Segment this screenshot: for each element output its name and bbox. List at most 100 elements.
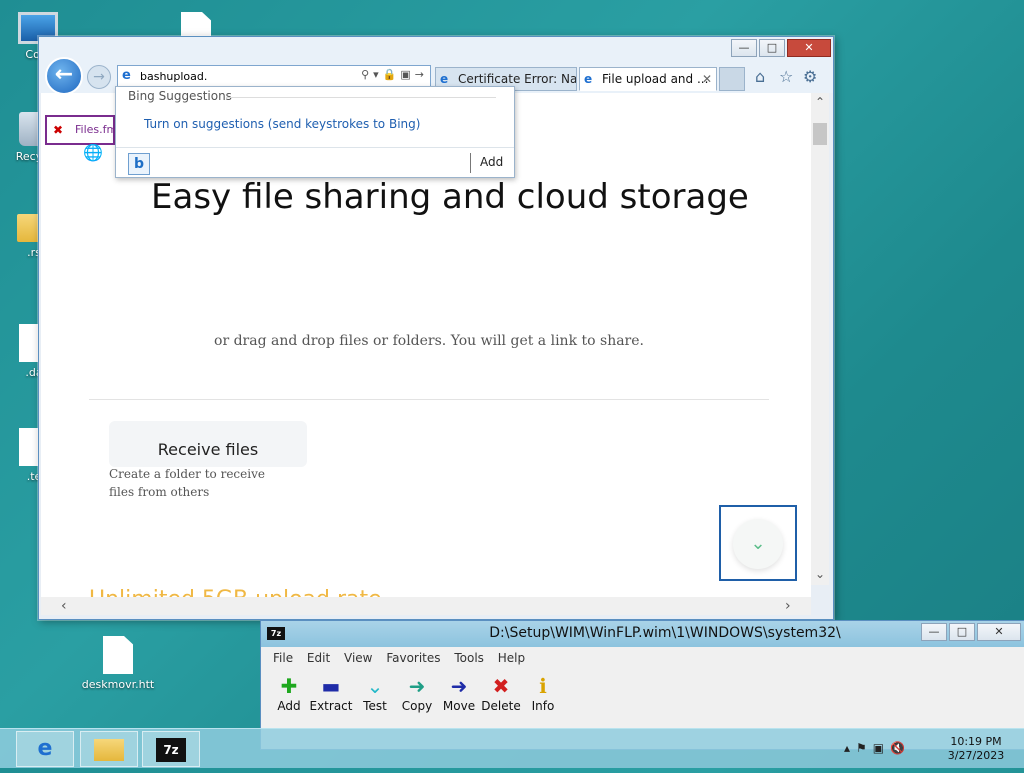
- forward-arrow-icon: →: [93, 69, 105, 85]
- maximize-button[interactable]: □: [949, 623, 975, 641]
- ie-page-icon: e: [122, 68, 131, 83]
- copy-button[interactable]: ➜ Copy: [395, 673, 439, 713]
- tab-close-icon[interactable]: ✕: [702, 68, 712, 90]
- go-arrow-icon[interactable]: →: [415, 68, 428, 81]
- plus-icon: ✚: [280, 674, 298, 698]
- site-tab-files-fm[interactable]: ✖ Files.fm: [45, 115, 118, 145]
- extract-button[interactable]: ▬ Extract: [307, 673, 355, 713]
- minimize-button[interactable]: —: [921, 623, 947, 641]
- suggestions-header: Bing Suggestions: [128, 89, 232, 103]
- delete-button[interactable]: ✖ Delete: [479, 673, 523, 713]
- network-icon[interactable]: ▣: [873, 741, 890, 755]
- broken-image-icon: ✖: [53, 123, 64, 137]
- bing-icon[interactable]: b: [128, 153, 150, 175]
- system-tray: ▴⚑▣🔇: [844, 741, 911, 755]
- turn-on-suggestions-link[interactable]: Turn on suggestions (send keystrokes to …: [144, 117, 420, 131]
- window-title: D:\Setup\WIM\WinFLP.wim\1\WINDOWS\system…: [489, 625, 841, 641]
- vertical-scrollbar[interactable]: ⌃ ⌄: [811, 93, 829, 585]
- receive-files-button[interactable]: Receive files: [109, 421, 307, 467]
- desktop-icon-deskmovr[interactable]: deskmovr.htt: [76, 636, 160, 691]
- tool-label: Info: [531, 699, 555, 713]
- receive-files-description: Create a folder to receive files from ot…: [109, 467, 265, 499]
- taskbar-internet-explorer[interactable]: e: [16, 731, 74, 767]
- taskbar: e 7z ▴⚑▣🔇 10:19 PM 3/27/2023: [0, 728, 1024, 768]
- tool-label: Add: [277, 699, 301, 713]
- compatibility-icon[interactable]: ▣: [400, 68, 414, 81]
- internet-explorer-icon: e: [37, 736, 53, 761]
- tab-file-upload[interactable]: e File upload and ... ✕: [579, 67, 717, 91]
- address-tools: ⚲▾🔒▣→: [361, 68, 428, 81]
- divider: [470, 153, 471, 173]
- menu-tools[interactable]: Tools: [454, 651, 484, 665]
- scroll-down-icon[interactable]: ⌄: [814, 567, 826, 581]
- clock-date: 3/27/2023: [947, 749, 1005, 762]
- page-title: Easy file sharing and cloud storage: [151, 177, 749, 217]
- page-subtitle: or drag and drop files or folders. You w…: [214, 333, 644, 349]
- suggestions-footer: b Add: [116, 147, 514, 178]
- close-button[interactable]: ✕: [977, 623, 1021, 641]
- close-button[interactable]: ✕: [787, 39, 831, 57]
- taskbar-sevenzip[interactable]: 7z: [142, 731, 200, 767]
- back-button[interactable]: ←: [45, 57, 83, 95]
- globe-icon[interactable]: 🌐: [83, 143, 103, 162]
- divider: [89, 399, 769, 400]
- menu-help[interactable]: Help: [498, 651, 525, 665]
- volume-muted-icon[interactable]: 🔇: [890, 741, 911, 755]
- home-icon[interactable]: ⌂: [755, 67, 765, 86]
- dropdown-icon[interactable]: ▾: [373, 68, 383, 81]
- favorites-star-icon[interactable]: ☆: [779, 67, 793, 86]
- address-bar[interactable]: e ⚲▾🔒▣→: [117, 65, 431, 87]
- show-hidden-icons-icon[interactable]: ▴: [844, 741, 856, 755]
- info-button[interactable]: ℹ Info: [521, 673, 565, 713]
- scroll-right-icon[interactable]: ›: [785, 598, 791, 614]
- divider: [226, 97, 496, 98]
- add-search-provider-button[interactable]: Add: [480, 155, 503, 169]
- menu-edit[interactable]: Edit: [307, 651, 330, 665]
- action-center-flag-icon[interactable]: ⚑: [856, 741, 873, 755]
- info-icon: ℹ: [539, 674, 547, 698]
- search-icon[interactable]: ⚲: [361, 68, 373, 81]
- add-button[interactable]: ✚ Add: [267, 673, 311, 713]
- address-suggestions-dropdown: Bing Suggestions Turn on suggestions (se…: [115, 86, 515, 178]
- horizontal-scrollbar[interactable]: ‹ ›: [41, 597, 811, 615]
- chevron-down-icon: ⌄: [750, 533, 766, 554]
- clock-time: 10:19 PM: [950, 735, 1002, 748]
- copy-arrow-icon: ➜: [408, 674, 426, 698]
- desktop-icon-label: deskmovr.htt: [81, 678, 155, 691]
- settings-gear-icon[interactable]: ⚙: [803, 67, 817, 86]
- tab-label: Certificate Error: Na...: [458, 72, 577, 86]
- scroll-down-button[interactable]: ⌄: [733, 519, 783, 569]
- menu-file[interactable]: File: [273, 651, 293, 665]
- tool-label: Copy: [401, 699, 433, 713]
- document-icon: [103, 636, 133, 674]
- maximize-button[interactable]: □: [759, 39, 785, 57]
- test-button[interactable]: ⌄ Test: [353, 673, 397, 713]
- sevenzip-titlebar: 7z D:\Setup\WIM\WinFLP.wim\1\WINDOWS\sys…: [261, 621, 1024, 647]
- new-tab-button[interactable]: [719, 67, 745, 91]
- check-icon: ⌄: [366, 674, 384, 698]
- browser-frame: — □ ✕ ← → e ⚲▾🔒▣→ e Certificate Error: N…: [39, 37, 833, 95]
- delete-x-icon: ✖: [492, 674, 510, 698]
- tool-label: Test: [363, 699, 387, 713]
- folder-icon: [94, 739, 124, 761]
- site-name: Files.fm: [75, 123, 118, 136]
- tool-label: Delete: [481, 699, 521, 713]
- sevenzip-logo-icon: 7z: [156, 738, 186, 762]
- back-arrow-icon: ←: [54, 62, 74, 87]
- forward-button[interactable]: →: [87, 65, 111, 89]
- move-button[interactable]: ➜ Move: [437, 673, 481, 713]
- menu-view[interactable]: View: [344, 651, 372, 665]
- menu-favorites[interactable]: Favorites: [386, 651, 440, 665]
- tool-label: Move: [442, 699, 476, 713]
- system-clock[interactable]: 10:19 PM 3/27/2023: [936, 735, 1016, 763]
- menu-bar: File Edit View Favorites Tools Help: [263, 651, 1024, 669]
- minimize-button[interactable]: —: [731, 39, 757, 57]
- tool-label: Extract: [309, 699, 353, 713]
- address-input[interactable]: [140, 68, 340, 84]
- scroll-left-icon[interactable]: ‹: [61, 598, 67, 614]
- taskbar-file-explorer[interactable]: [80, 731, 138, 767]
- scroll-thumb[interactable]: [813, 123, 827, 145]
- scroll-up-icon[interactable]: ⌃: [814, 95, 826, 109]
- lock-icon[interactable]: 🔒: [383, 68, 401, 81]
- tab-label: File upload and ...: [602, 72, 709, 86]
